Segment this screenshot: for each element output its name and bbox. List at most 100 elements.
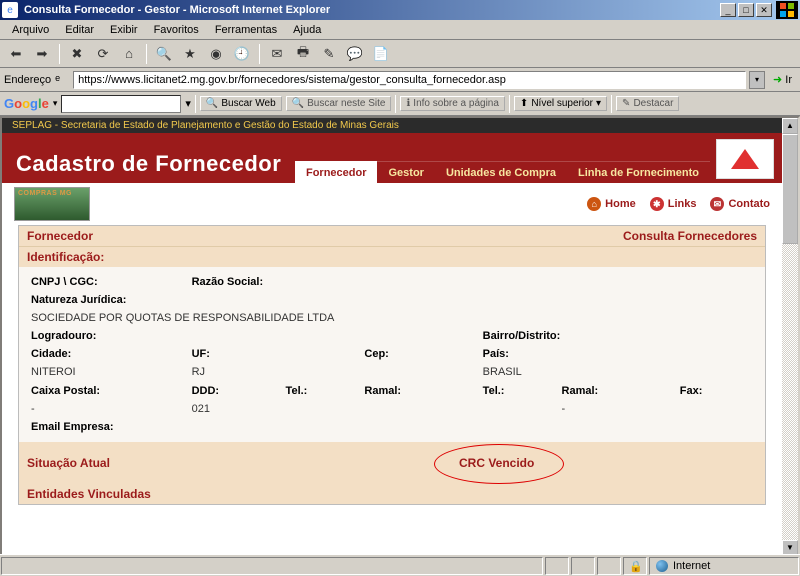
forward-button[interactable]: ➡ [30,43,54,65]
close-button[interactable]: ✕ [756,3,772,17]
tab-unidades[interactable]: Unidades de Compra [435,161,567,183]
maximize-button[interactable]: □ [738,3,754,17]
status-cell-3 [597,557,621,575]
label-tel2: Tel.: [483,385,505,397]
tab-linha[interactable]: Linha de Fornecimento [567,161,710,183]
menu-favoritos[interactable]: Favoritos [146,22,207,38]
status-zone: Internet [649,557,799,575]
label-tel1: Tel.: [286,385,308,397]
section-identificacao: Identificação: [19,247,765,267]
label-razao: Razão Social: [192,276,264,288]
value-situacao: CRC Vencido [459,456,534,470]
panel-breadcrumb: Consulta Fornecedores [623,229,757,243]
google-info[interactable]: ℹ Info sobre a página [400,96,504,111]
address-bar: Endereço e ▾ ➜Ir [0,68,800,92]
toolbar: ⬅ ➡ ✖ ⟳ ⌂ 🔍 ★ ◉ 🕘 ✉ 🖶 ✎ 💬 📄 [0,40,800,68]
label-ramal2: Ramal: [562,385,599,397]
address-dropdown[interactable]: ▾ [749,71,765,89]
research-button[interactable]: 📄 [369,43,393,65]
status-message [1,557,543,575]
value-ddd: 021 [192,403,210,415]
menu-ferramentas[interactable]: Ferramentas [207,22,285,38]
address-label: Endereço [4,74,51,86]
vertical-scrollbar[interactable]: ▲ ▼ [782,118,798,556]
compras-mg-thumb [14,187,90,221]
value-pais: BRASIL [483,366,522,378]
status-bar: 🔒 Internet [0,554,800,576]
label-pais: País: [483,348,509,360]
lock-icon: 🔒 [629,560,641,572]
sub-header: ⌂Home ✱Links ✉Contato [2,183,782,225]
globe-icon [656,560,668,572]
label-natureza: Natureza Jurídica: [31,294,126,306]
menu-exibir[interactable]: Exibir [102,22,146,38]
scroll-thumb[interactable] [782,134,798,244]
home-button[interactable]: ⌂ [117,43,141,65]
link-home[interactable]: ⌂Home [587,197,636,211]
status-cell-1 [545,557,569,575]
media-button[interactable]: ◉ [204,43,228,65]
back-button[interactable]: ⬅ [4,43,28,65]
tab-gestor[interactable]: Gestor [377,161,434,183]
print-button[interactable]: 🖶 [291,43,315,65]
label-fax: Fax: [680,385,703,397]
status-row: Situação Atual CRC Vencido [19,442,765,484]
menu-bar: Arquivo Editar Exibir Favoritos Ferramen… [0,20,800,40]
status-cell-2 [571,557,595,575]
label-cep: Cep: [364,348,388,360]
section-entidades: Entidades Vinculadas [19,484,765,504]
supplier-panel: Fornecedor Consulta Fornecedores Identif… [18,225,766,505]
mg-flag-icon [716,139,774,179]
label-uf: UF: [192,348,210,360]
tab-fornecedor[interactable]: Fornecedor [295,161,378,183]
seplag-strip: SEPLAG - Secretaria de Estado de Planeja… [2,118,782,133]
label-situacao: Situação Atual [27,456,110,470]
label-bairro: Bairro/Distrito: [483,330,561,342]
google-search-dropdown[interactable]: ▾ [185,97,191,110]
google-buscar-site[interactable]: 🔍 Buscar neste Site [286,96,392,111]
history-button[interactable]: 🕘 [230,43,254,65]
value-cidade: NITEROI [31,366,76,378]
page-title: Cadastro de Fornecedor [16,151,281,183]
window-title: Consulta Fornecedor - Gestor - Microsoft… [24,4,718,16]
scroll-track[interactable] [782,134,798,540]
ie-icon: e [2,2,18,18]
value-natureza: SOCIEDADE POR QUOTAS DE RESPONSABILIDADE… [31,312,334,324]
label-cnpj: CNPJ \ CGC: [31,276,98,288]
discuss-button[interactable]: 💬 [343,43,367,65]
panel-section: Fornecedor [27,229,93,243]
edit-button[interactable]: ✎ [317,43,341,65]
stop-button[interactable]: ✖ [65,43,89,65]
go-button[interactable]: ➜Ir [769,73,796,86]
menu-arquivo[interactable]: Arquivo [4,22,57,38]
zone-text: Internet [673,560,710,572]
mail-button[interactable]: ✉ [265,43,289,65]
label-caixa: Caixa Postal: [31,385,100,397]
scroll-up-button[interactable]: ▲ [782,118,798,134]
link-contato[interactable]: ✉Contato [710,197,770,211]
google-nivel[interactable]: ⬆ Nível superior ▾ [514,96,607,111]
refresh-button[interactable]: ⟳ [91,43,115,65]
google-destacar[interactable]: ✎ Destacar [616,96,679,111]
label-email: Email Empresa: [31,421,114,433]
site-header: Cadastro de Fornecedor Fornecedor Gestor… [2,133,782,183]
menu-editar[interactable]: Editar [57,22,102,38]
google-logo: Google [4,96,49,111]
address-input[interactable] [73,71,746,89]
menu-ajuda[interactable]: Ajuda [285,22,329,38]
favorites-button[interactable]: ★ [178,43,202,65]
status-lock: 🔒 [623,557,647,575]
search-button[interactable]: 🔍 [152,43,176,65]
minimize-button[interactable]: _ [720,3,736,17]
label-ddd: DDD: [192,385,220,397]
link-links[interactable]: ✱Links [650,197,697,211]
ms-flag-icon [776,1,798,19]
value-caixa: - [31,403,35,415]
google-search-input[interactable] [61,95,181,113]
label-logradouro: Logradouro: [31,330,96,342]
page-icon: e [55,73,69,87]
value-uf: RJ [192,366,205,378]
google-toolbar: Google ▾ ▾ 🔍 Buscar Web 🔍 Buscar neste S… [0,92,800,116]
value-ramal2: - [562,403,566,415]
google-buscar-web[interactable]: 🔍 Buscar Web [200,96,282,111]
